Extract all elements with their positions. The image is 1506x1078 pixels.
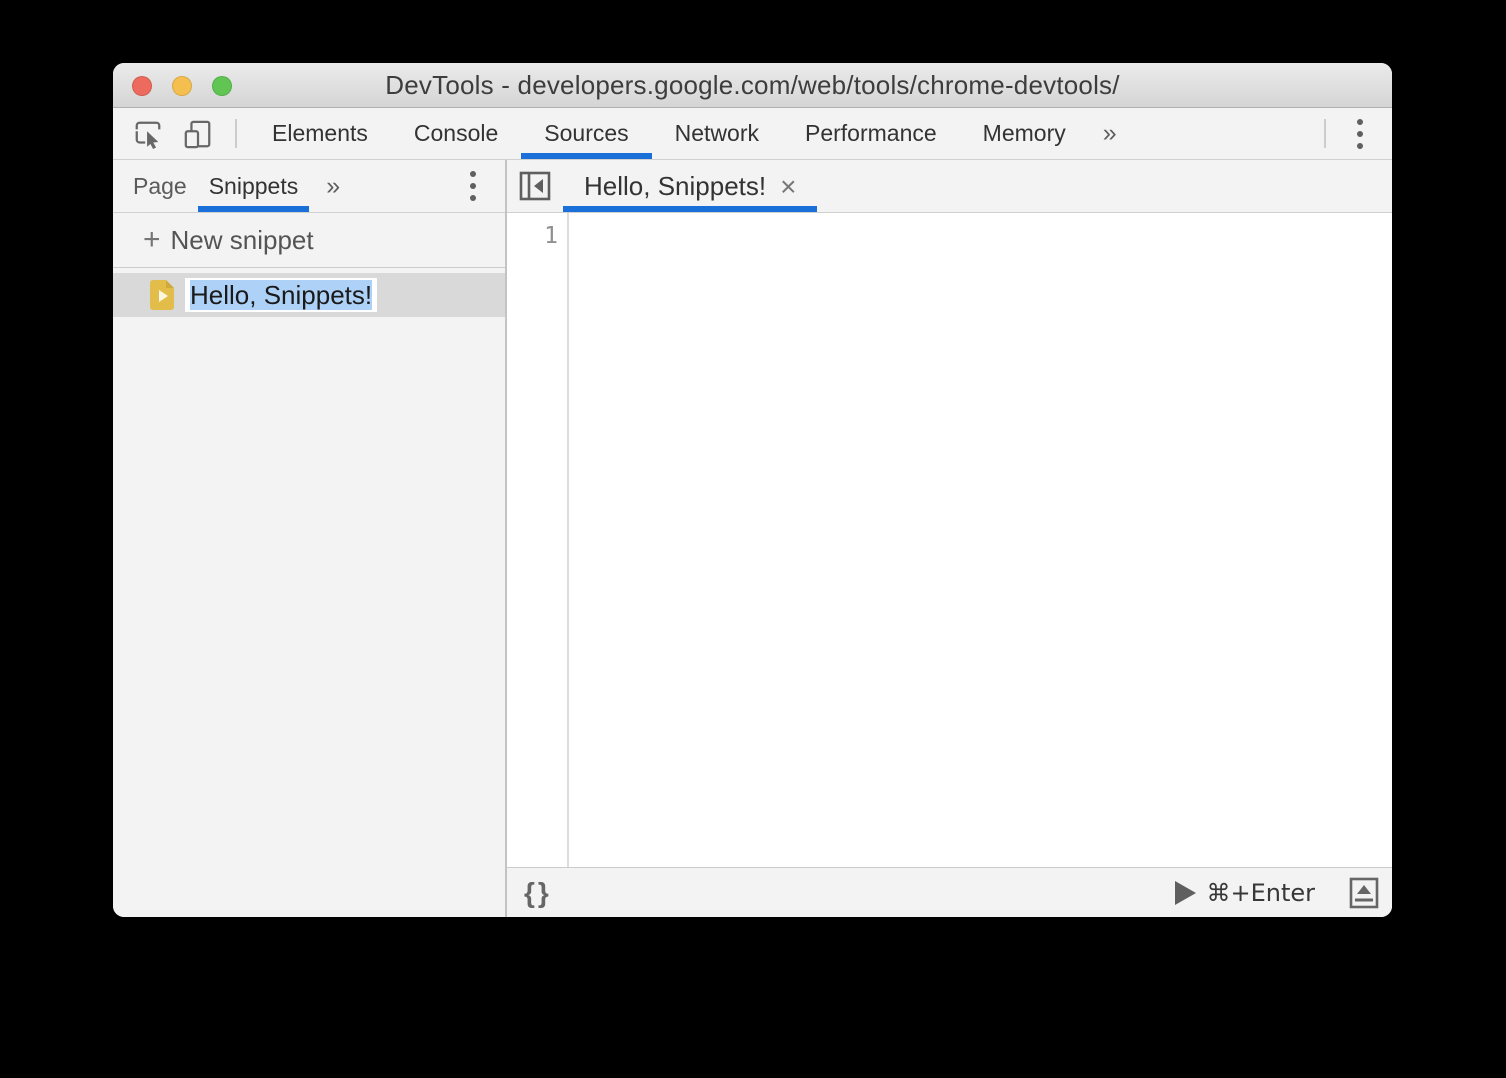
zoom-window-button[interactable] <box>212 76 232 96</box>
editor-tab-hello-snippets[interactable]: Hello, Snippets! × <box>563 160 818 212</box>
snippet-file-icon <box>150 280 174 310</box>
editor-statusbar: {} ⌘+Enter <box>507 867 1392 917</box>
toggle-drawer-button[interactable] <box>1349 877 1379 909</box>
toolbar-separator <box>1324 119 1326 148</box>
close-window-button[interactable] <box>132 76 152 96</box>
hide-navigator-button[interactable] <box>507 160 563 212</box>
tab-network[interactable]: Network <box>652 108 782 159</box>
pretty-print-button[interactable]: {} <box>524 877 552 909</box>
code-editor[interactable]: 1 <box>507 213 1392 867</box>
devtools-toolbar: Elements Console Sources Network Perform… <box>113 108 1392 160</box>
device-toolbar-icon <box>184 120 211 148</box>
navigator-tabs: Page Snippets » <box>113 160 505 213</box>
navigator-sidebar: Page Snippets » + New snippet Hello, Sni… <box>113 160 507 917</box>
inspect-element-button[interactable] <box>133 108 163 159</box>
sources-panel: Page Snippets » + New snippet Hello, Sni… <box>113 160 1392 917</box>
panel-tabs: Elements Console Sources Network Perform… <box>249 108 1131 159</box>
eject-icon <box>1349 877 1379 908</box>
line-number: 1 <box>544 223 558 249</box>
inspect-cursor-icon <box>135 121 161 149</box>
titlebar: DevTools - developers.google.com/web/too… <box>113 63 1392 108</box>
snippet-name-text: Hello, Snippets! <box>190 280 373 310</box>
run-shortcut-label: ⌘+Enter <box>1206 878 1315 907</box>
editor-pane: Hello, Snippets! × 1 {} ⌘+Enter <box>507 160 1392 917</box>
toggle-device-toolbar-button[interactable] <box>183 108 213 159</box>
toolbar-right <box>1324 108 1392 159</box>
new-snippet-button[interactable]: + New snippet <box>113 213 505 268</box>
snippet-name-edit-field[interactable]: Hello, Snippets! <box>185 278 378 312</box>
tab-elements[interactable]: Elements <box>249 108 391 159</box>
new-snippet-label: New snippet <box>170 224 314 255</box>
traffic-lights <box>132 76 232 96</box>
devtools-window: DevTools - developers.google.com/web/too… <box>113 63 1392 917</box>
statusbar-right: ⌘+Enter <box>1175 877 1379 909</box>
tab-snippets[interactable]: Snippets <box>197 160 310 212</box>
tab-console[interactable]: Console <box>391 108 521 159</box>
tab-memory[interactable]: Memory <box>960 108 1089 159</box>
devtools-menu-button[interactable] <box>1338 108 1382 159</box>
snippet-list-item[interactable]: Hello, Snippets! <box>113 273 505 317</box>
tab-page[interactable]: Page <box>122 160 198 212</box>
tab-performance[interactable]: Performance <box>782 108 960 159</box>
more-panels-button[interactable]: » <box>1089 108 1131 159</box>
editor-tabbar: Hello, Snippets! × <box>507 160 1392 213</box>
run-snippet-icon[interactable] <box>1175 880 1197 905</box>
plus-icon: + <box>143 223 161 256</box>
window-title: DevTools - developers.google.com/web/too… <box>385 69 1120 100</box>
minimize-window-button[interactable] <box>172 76 192 96</box>
hide-navigator-icon <box>519 171 551 201</box>
kebab-menu-icon <box>470 171 476 177</box>
close-tab-icon[interactable]: × <box>780 171 796 201</box>
tab-sources[interactable]: Sources <box>521 108 653 159</box>
more-navigator-tabs-button[interactable]: » <box>309 160 357 212</box>
code-area[interactable] <box>569 213 1392 867</box>
kebab-menu-icon <box>1357 118 1363 125</box>
line-number-gutter: 1 <box>507 213 569 867</box>
navigator-menu-button[interactable] <box>451 160 495 212</box>
editor-tab-label: Hello, Snippets! <box>584 170 767 201</box>
toolbar-separator <box>235 119 237 148</box>
